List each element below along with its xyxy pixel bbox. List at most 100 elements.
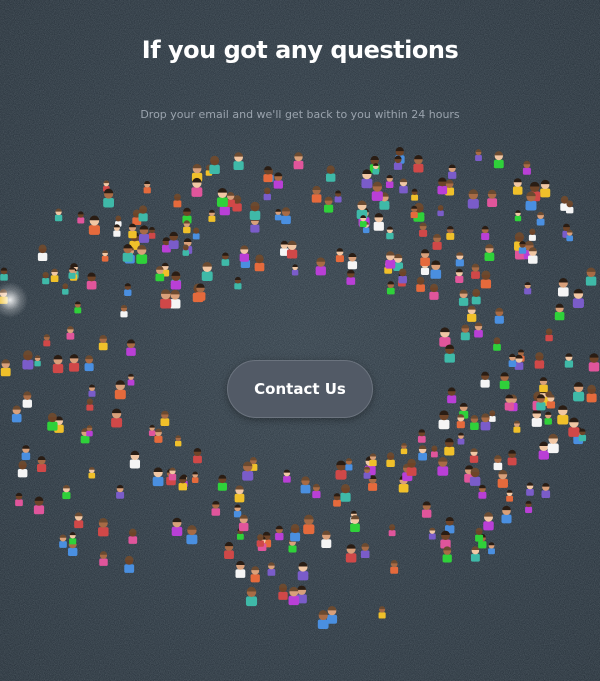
crowd-person (528, 247, 538, 264)
contact-us-button[interactable]: Contact Us (227, 360, 373, 418)
crowd-person (566, 229, 574, 242)
crowd-person (497, 469, 508, 488)
crowd-person (547, 433, 559, 454)
crowd-person (311, 185, 322, 203)
crowd-person (361, 169, 373, 189)
crowd-person (68, 266, 76, 279)
crowd-person (274, 208, 282, 221)
crowd-person (531, 409, 542, 427)
crowd-person (168, 231, 179, 249)
crowd-person (59, 534, 67, 548)
crowd-person (254, 254, 265, 272)
crowd-person (373, 212, 384, 231)
crowd-person (143, 180, 151, 194)
crowd-person (171, 517, 183, 537)
crowd-person (0, 359, 11, 377)
page-subtitle: Drop your email and we'll get back to yo… (140, 108, 460, 121)
crowd-person (113, 224, 121, 237)
crowd-person (138, 205, 148, 222)
crowd-person (263, 187, 271, 201)
crowd-person (432, 233, 442, 250)
crowd-person (74, 512, 84, 529)
crowd-person (504, 394, 514, 411)
crowd-person (437, 456, 449, 476)
crowd-person (448, 164, 457, 179)
crowd-person (335, 460, 347, 480)
crowd-person (455, 252, 464, 267)
crowd-person (238, 514, 249, 532)
crowd-person (297, 561, 309, 581)
crowd-person (359, 215, 367, 227)
crowd-person (43, 334, 51, 347)
crowd-person (437, 204, 444, 217)
crowd-person (224, 541, 234, 560)
crowd-person (50, 268, 59, 283)
crowd-person (385, 251, 396, 269)
crowd-person (325, 165, 336, 182)
crowd-person (208, 209, 216, 222)
crowd-person (568, 417, 580, 437)
crowd-person (554, 303, 565, 321)
crowd-person (347, 253, 358, 270)
crowd-illustration (0, 147, 600, 629)
crowd-person (484, 244, 495, 262)
crowd-person (528, 228, 536, 241)
crowd-person (585, 267, 597, 286)
crowd-person (148, 226, 156, 239)
crowd-person (534, 352, 545, 369)
crowd-person (120, 304, 128, 318)
crowd-person (275, 525, 284, 541)
crowd-person (74, 301, 82, 314)
crowd-person (182, 244, 190, 256)
crowd-person (400, 442, 408, 455)
crowd-person (116, 484, 125, 499)
crowd-person (152, 467, 164, 487)
crowd-person (324, 196, 334, 213)
crowd-person (393, 155, 403, 170)
crowd-person (467, 189, 479, 209)
crowd-person (335, 248, 344, 263)
crowd-person (84, 355, 94, 372)
crowd-person (69, 354, 80, 372)
page: If you got any questions Drop your email… (0, 0, 600, 681)
crowd-person (457, 432, 465, 445)
crowd-person (211, 500, 221, 516)
crowd-person (437, 177, 448, 195)
crowd-person (480, 371, 490, 388)
crowd-person (512, 178, 523, 195)
crowd-person (564, 353, 574, 368)
crowd-person (536, 394, 546, 411)
crowd-person (250, 566, 260, 583)
crowd-person (88, 384, 96, 397)
crowd-person (170, 271, 182, 290)
crowd-person (557, 405, 569, 425)
crowd-person (62, 484, 71, 500)
crowd-person (469, 448, 479, 463)
crowd-person (37, 244, 48, 261)
crowd-person (111, 408, 123, 428)
crowd-person (350, 515, 360, 533)
crowd-person (536, 211, 545, 226)
crowd-person (234, 485, 245, 503)
crowd-person (77, 211, 85, 224)
crowd-person (192, 227, 200, 240)
crowd-person (175, 435, 182, 447)
crowd-person (173, 193, 182, 208)
crowd-person (334, 190, 342, 203)
crowd-person (345, 458, 353, 471)
crowd-person (386, 452, 395, 468)
crowd-person (588, 353, 600, 372)
crowd-person (390, 559, 399, 574)
crowd-person (129, 450, 141, 469)
crowd-person (273, 172, 283, 189)
crowd-person (540, 179, 551, 198)
crowd-person (124, 283, 132, 296)
crowd-person (267, 562, 276, 576)
crowd-person (126, 339, 136, 356)
crowd-person (54, 208, 63, 222)
crowd-person (15, 492, 23, 507)
crowd-person (386, 281, 395, 295)
crowd-person (193, 448, 202, 464)
crowd-person (249, 201, 261, 221)
crowd-person (138, 225, 150, 243)
